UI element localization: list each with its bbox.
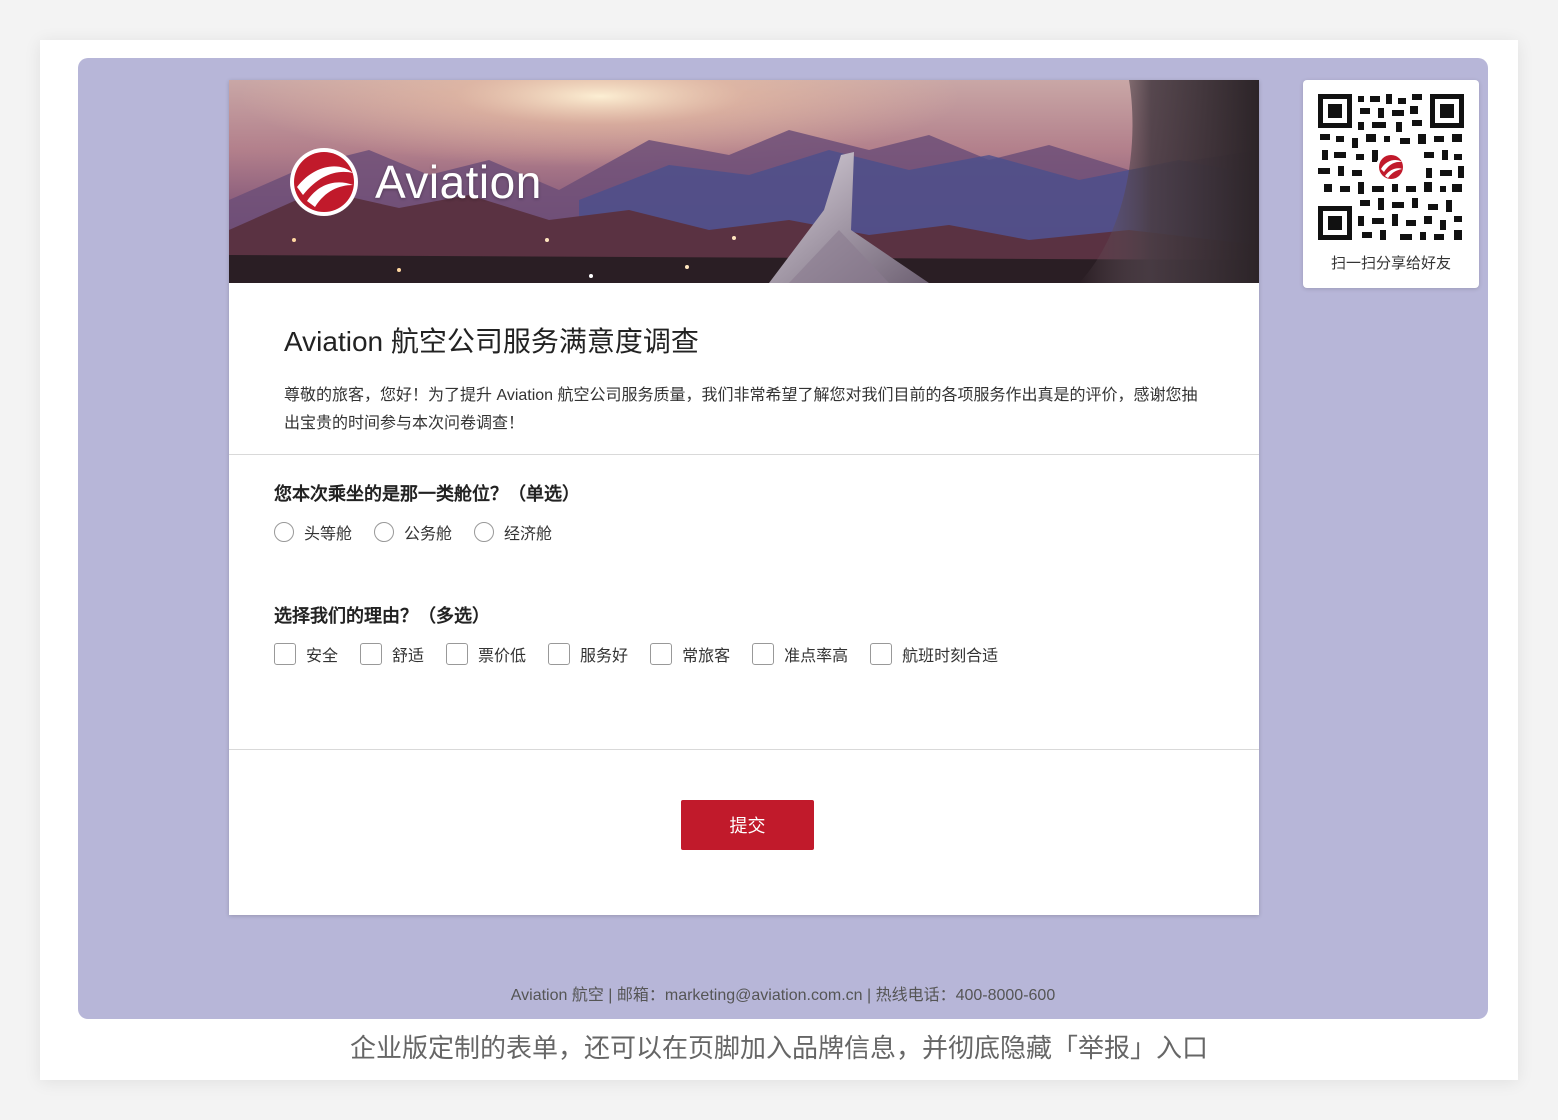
option-label: 头等舱 xyxy=(304,526,353,543)
option-label: 经济舱 xyxy=(504,526,553,543)
checkbox-option-comfort[interactable]: 舒适 xyxy=(360,642,424,666)
radio-button[interactable] xyxy=(274,522,294,542)
checkbox-option-low-price[interactable]: 票价低 xyxy=(446,642,526,666)
banner: Aviation xyxy=(229,80,1259,283)
submit-button[interactable]: 提交 xyxy=(681,800,814,850)
option-label: 舒适 xyxy=(392,648,425,665)
qr-share-label: 扫一扫分享给好友 xyxy=(1330,255,1451,272)
option-label: 常旅客 xyxy=(682,648,731,665)
image-caption: 企业版定制的表单，还可以在页脚加入品牌信息，并彻底隐藏「举报」入口 xyxy=(349,1033,1208,1063)
checkbox[interactable] xyxy=(360,643,383,665)
checkbox-option-good-service[interactable]: 服务好 xyxy=(548,642,628,666)
aviation-logo-icon xyxy=(290,148,358,216)
option-label: 票价低 xyxy=(478,648,527,665)
checkbox-option-punctuality[interactable]: 准点率高 xyxy=(752,642,848,666)
question-title: 您本次乘坐的是那一类舱位？（单选） xyxy=(274,484,580,504)
option-label: 航班时刻合适 xyxy=(902,648,999,665)
checkbox[interactable] xyxy=(650,643,673,665)
brand-logo: Aviation xyxy=(289,147,542,217)
radio-button[interactable] xyxy=(374,522,395,542)
divider xyxy=(229,749,1259,750)
brand-name: Aviation xyxy=(375,156,542,208)
option-label: 公务舱 xyxy=(404,526,453,543)
question-reasons: 选择我们的理由？（多选） 安全 舒适 票价低 服务好 常旅客 准点率高 航班时刻… xyxy=(274,602,1020,666)
option-label: 服务好 xyxy=(580,648,629,665)
survey-form: Aviation Aviation 航空公司服务满意度调查 尊敬的旅客，您好！为… xyxy=(229,80,1259,915)
survey-description: 尊敬的旅客，您好！为了提升 Aviation 航空公司服务质量，我们非常希望了解… xyxy=(284,387,1198,432)
qr-share-card: 扫一扫分享给好友 xyxy=(1303,80,1479,288)
checkbox[interactable] xyxy=(446,643,469,665)
divider xyxy=(229,454,1259,455)
checkbox[interactable] xyxy=(752,643,775,665)
checkbox[interactable] xyxy=(870,643,893,665)
checkbox-option-flight-schedule[interactable]: 航班时刻合适 xyxy=(870,642,998,666)
checkbox-option-frequent-flyer[interactable]: 常旅客 xyxy=(650,642,730,666)
radio-group: 头等舱 公务舱 经济舱 xyxy=(274,520,580,544)
survey-intro: Aviation 航空公司服务满意度调查 尊敬的旅客，您好！为了提升 Aviat… xyxy=(284,320,1204,438)
checkbox[interactable] xyxy=(274,643,296,665)
radio-option-first-class[interactable]: 头等舱 xyxy=(274,520,352,544)
qr-code-icon[interactable] xyxy=(1316,92,1466,242)
radio-button[interactable] xyxy=(474,522,495,542)
page-footer: Aviation 航空 | 邮箱：marketing@aviation.com.… xyxy=(510,987,1056,1004)
survey-title: Aviation 航空公司服务满意度调查 xyxy=(284,326,699,357)
question-title: 选择我们的理由？（多选） xyxy=(274,606,490,626)
checkbox-option-safety[interactable]: 安全 xyxy=(274,642,338,666)
option-label: 安全 xyxy=(306,648,339,665)
radio-option-economy-class[interactable]: 经济舱 xyxy=(474,520,552,544)
question-cabin-class: 您本次乘坐的是那一类舱位？（单选） 头等舱 公务舱 经济舱 xyxy=(274,480,580,544)
form-page-background: Aviation Aviation 航空公司服务满意度调查 尊敬的旅客，您好！为… xyxy=(78,58,1488,1019)
option-label: 准点率高 xyxy=(784,648,849,665)
checkbox[interactable] xyxy=(548,643,571,665)
checkbox-group: 安全 舒适 票价低 服务好 常旅客 准点率高 航班时刻合适 xyxy=(274,642,1020,666)
radio-option-business-class[interactable]: 公务舱 xyxy=(374,520,452,544)
